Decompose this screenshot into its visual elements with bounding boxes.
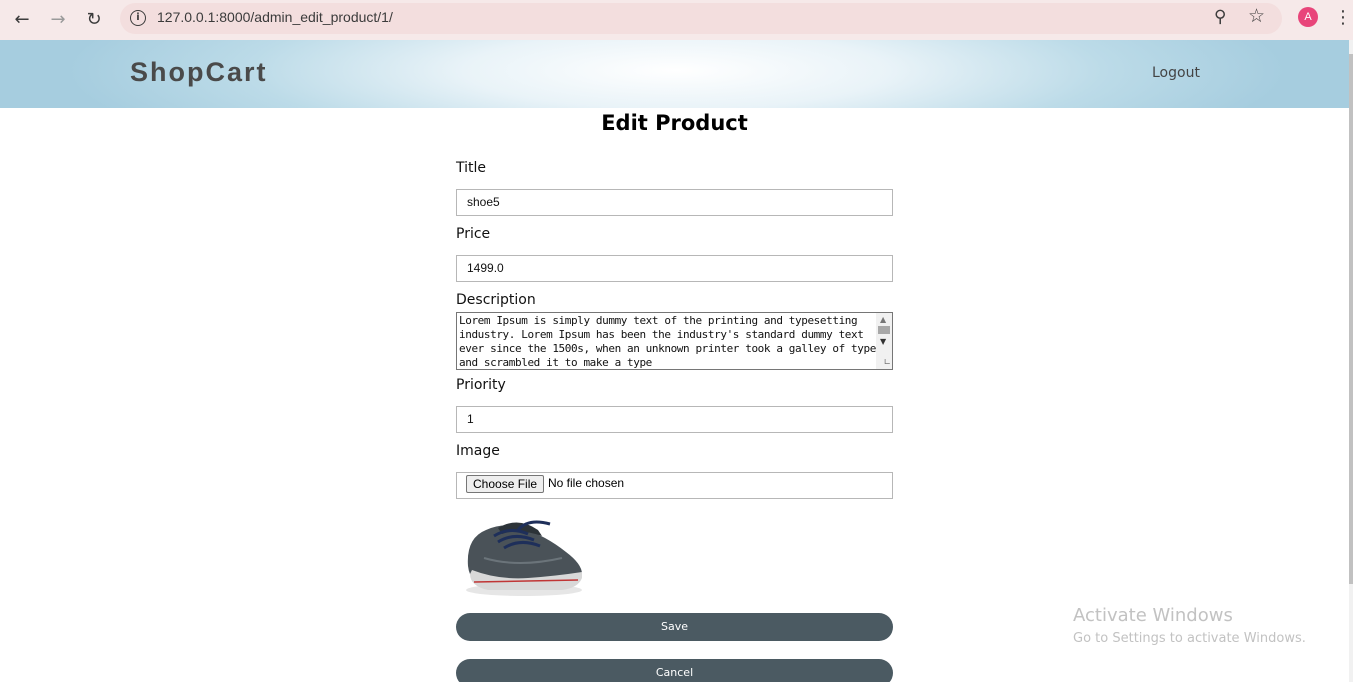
- scroll-up-icon[interactable]: ▲: [880, 315, 886, 324]
- zoom-icon[interactable]: ⚲: [1214, 7, 1226, 27]
- reload-icon[interactable]: ↻: [81, 7, 107, 33]
- logout-link[interactable]: Logout: [1152, 65, 1200, 81]
- textarea-scroll-thumb[interactable]: [878, 326, 890, 334]
- profile-avatar[interactable]: A: [1298, 7, 1318, 27]
- price-input[interactable]: 1499.0: [456, 255, 893, 282]
- title-input[interactable]: shoe5: [456, 189, 893, 216]
- image-label: Image: [456, 443, 500, 459]
- address-bar[interactable]: i 127.0.0.1:8000/admin_edit_product/1/ ⚲…: [120, 3, 1282, 34]
- price-label: Price: [456, 226, 491, 242]
- scrollbar-thumb[interactable]: [1349, 54, 1353, 584]
- back-arrow-icon[interactable]: ←: [9, 7, 35, 33]
- brand-logo[interactable]: ShopCart: [130, 57, 268, 88]
- description-textarea[interactable]: Lorem Ipsum is simply dummy text of the …: [456, 312, 893, 370]
- star-icon[interactable]: ☆: [1248, 5, 1265, 27]
- more-vert-icon[interactable]: ⋮: [1334, 6, 1352, 30]
- save-button[interactable]: Save: [456, 613, 893, 641]
- scroll-down-icon[interactable]: ▼: [880, 337, 886, 346]
- description-label: Description: [456, 292, 536, 308]
- image-file-input[interactable]: Choose File No file chosen: [456, 472, 893, 499]
- activate-windows-subtitle: Go to Settings to activate Windows.: [1073, 631, 1306, 646]
- info-icon[interactable]: i: [130, 10, 146, 26]
- resize-grip-icon[interactable]: ∟: [883, 359, 891, 368]
- choose-file-button[interactable]: Choose File: [466, 475, 545, 493]
- cancel-button[interactable]: Cancel: [456, 659, 893, 682]
- site-header: ShopCart Logout: [0, 40, 1353, 108]
- priority-input[interactable]: 1: [456, 406, 893, 433]
- priority-label: Priority: [456, 377, 506, 393]
- url-text[interactable]: 127.0.0.1:8000/admin_edit_product/1/: [157, 9, 393, 25]
- forward-arrow-icon[interactable]: →: [45, 7, 71, 33]
- file-status-text: No file chosen: [548, 476, 625, 490]
- page-title: Edit Product: [601, 111, 748, 135]
- product-image: [466, 520, 582, 596]
- activate-windows-title: Activate Windows: [1073, 605, 1233, 626]
- description-text[interactable]: Lorem Ipsum is simply dummy text of the …: [459, 314, 877, 369]
- browser-toolbar: ← → ↻ i 127.0.0.1:8000/admin_edit_produc…: [0, 0, 1353, 40]
- title-label: Title: [456, 160, 487, 176]
- page-scrollbar[interactable]: [1349, 40, 1353, 682]
